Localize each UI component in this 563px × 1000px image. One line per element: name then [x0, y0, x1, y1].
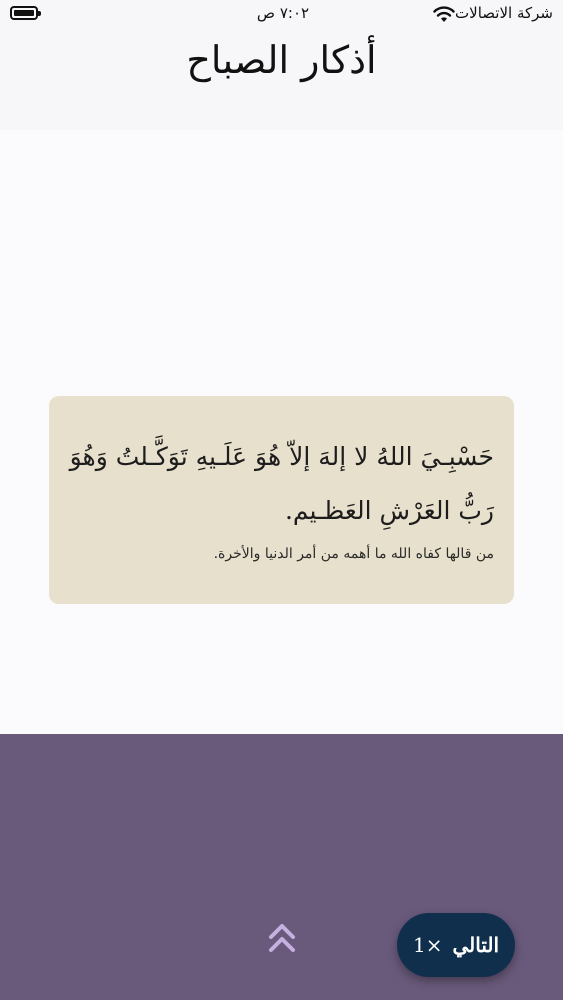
dhikr-card[interactable]: حَسْبِـيَ اللهُ لا إلهَ إلاّ هُوَ عَلَـي… [49, 396, 514, 604]
virtue-text: من قالها كفاه الله ما أهمه من أمر الدنيا… [213, 546, 494, 562]
status-time: ٧:٠٢ ص [256, 4, 310, 22]
page-title: أذكار الصباح [186, 38, 377, 82]
carrier-name: شركة الاتصالات [455, 4, 553, 22]
dhikr-text: حَسْبِـيَ اللهُ لا إلهَ إلاّ هُوَ عَلَـي… [69, 442, 494, 525]
status-bar: ٧:٠٢ ص شركة الاتصالات [0, 0, 563, 30]
battery-icon [10, 6, 41, 20]
wifi-icon [433, 6, 455, 22]
repeat-count: 1× [412, 933, 443, 957]
double-chevron-up-icon[interactable] [266, 920, 298, 956]
next-label: التالي [452, 933, 500, 957]
next-button[interactable]: التالي 1× [397, 913, 515, 977]
